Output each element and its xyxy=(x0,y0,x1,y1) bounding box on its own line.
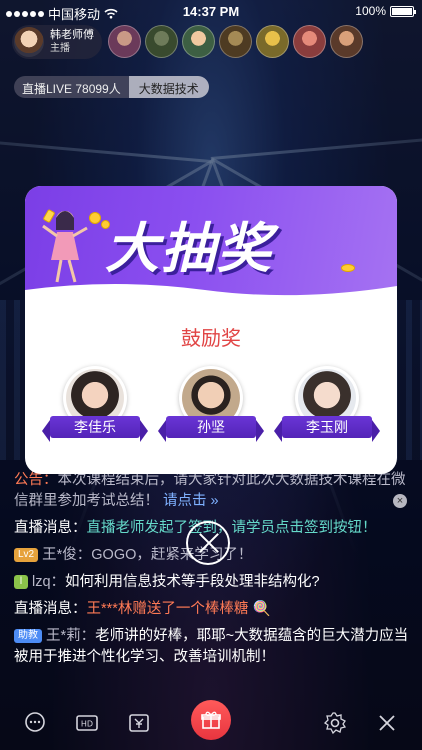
prize-title: 鼓励奖 xyxy=(181,328,241,350)
viewer-avatar[interactable] xyxy=(182,25,215,58)
battery-icon xyxy=(390,5,416,17)
chat-message-announcement: 公告：本次课程结束后，请大家针对此次大数据技术课程在微信群里参加考试总结！ 请点… xyxy=(14,470,414,512)
viewer-avatar[interactable] xyxy=(293,25,326,58)
chat-text: 如何利用信息技术等手段处理非结构化? xyxy=(65,574,320,590)
room-topic: 大数据技术 xyxy=(128,76,209,98)
level-badge: Lv2 xyxy=(14,548,39,563)
coin-icon xyxy=(341,264,355,272)
winner-card: 孙坚 xyxy=(156,366,266,456)
host-card[interactable]: 韩老师傅 主播 xyxy=(12,25,102,59)
svg-text:HD: HD xyxy=(81,720,93,729)
host-name: 韩老师傅 xyxy=(50,29,94,41)
viewer-avatar[interactable] xyxy=(108,25,141,58)
chat-bubble-icon[interactable] xyxy=(22,710,48,736)
room-info-tag[interactable]: 直播LIVE 78099人 大数据技术 xyxy=(14,76,209,98)
system-label: 直播消息： xyxy=(14,520,87,536)
status-bar: 中国移动 14:37 PM 100% xyxy=(0,0,422,24)
winner-name: 李佳乐 xyxy=(42,416,148,442)
gift-icon xyxy=(201,711,221,729)
close-icon[interactable] xyxy=(374,710,400,736)
chat-username[interactable]: 王*莉： xyxy=(46,628,95,644)
gift-button[interactable] xyxy=(191,700,231,740)
close-popup-button[interactable] xyxy=(186,521,230,565)
lollipop-icon: 🍭 xyxy=(252,601,271,617)
host-role: 主播 xyxy=(50,43,70,54)
lottery-title: 大抽奖 xyxy=(105,217,273,280)
winner-card: 李玉刚 xyxy=(272,366,382,456)
hd-icon[interactable]: HD xyxy=(74,710,100,736)
winner-card: 李佳乐 xyxy=(40,366,150,456)
system-text: 王***林赠送了一个棒棒糖 xyxy=(86,601,249,617)
chat-message: l lzq：如何利用信息技术等手段处理非结构化? xyxy=(14,572,414,593)
chat-message: 助教 王*莉：老师讲的好棒，耶耶~大数据蕴含的巨大潜力应当被用于推进个性化学习、改… xyxy=(14,626,414,668)
chat-username[interactable]: lzq： xyxy=(32,574,65,590)
lottery-banner: 大抽奖 xyxy=(25,186,397,300)
close-announcement-icon[interactable]: × xyxy=(393,494,407,508)
announcement-link[interactable]: 请点击 » xyxy=(163,493,219,509)
system-label: 直播消息： xyxy=(14,601,87,617)
chat-username[interactable]: 王*俊： xyxy=(42,547,91,563)
host-avatar[interactable] xyxy=(14,27,44,57)
live-viewer-count: 直播LIVE 78099人 xyxy=(14,76,129,98)
girl-illustration xyxy=(42,211,88,283)
viewer-avatar[interactable] xyxy=(219,25,252,58)
viewer-avatar[interactable] xyxy=(256,25,289,58)
viewer-avatar-list xyxy=(108,25,363,58)
system-text: 直播老师发起了签到，请学员点击签到按钮！ xyxy=(86,520,377,536)
viewer-avatar[interactable] xyxy=(330,25,363,58)
assistant-badge: 助教 xyxy=(14,629,42,644)
winner-name: 李玉刚 xyxy=(274,416,380,442)
banner-wave xyxy=(25,284,397,300)
announcement-label: 公告： xyxy=(14,472,58,488)
coin-icon xyxy=(89,212,101,224)
user-badge: l xyxy=(14,575,28,590)
yen-icon[interactable] xyxy=(126,710,152,736)
viewer-avatar[interactable] xyxy=(145,25,178,58)
lottery-popup: 大抽奖 鼓励奖 李佳乐 孙坚 李玉刚 xyxy=(25,186,397,474)
winner-name: 孙坚 xyxy=(158,416,264,442)
gear-icon[interactable] xyxy=(322,710,348,736)
chat-list: 公告：本次课程结束后，请大家针对此次大数据技术课程在微信群里参加考试总结！ 请点… xyxy=(14,470,414,674)
chat-message: 直播消息：王***林赠送了一个棒棒糖 🍭 xyxy=(14,599,414,620)
battery-percent: 100% xyxy=(355,4,386,18)
